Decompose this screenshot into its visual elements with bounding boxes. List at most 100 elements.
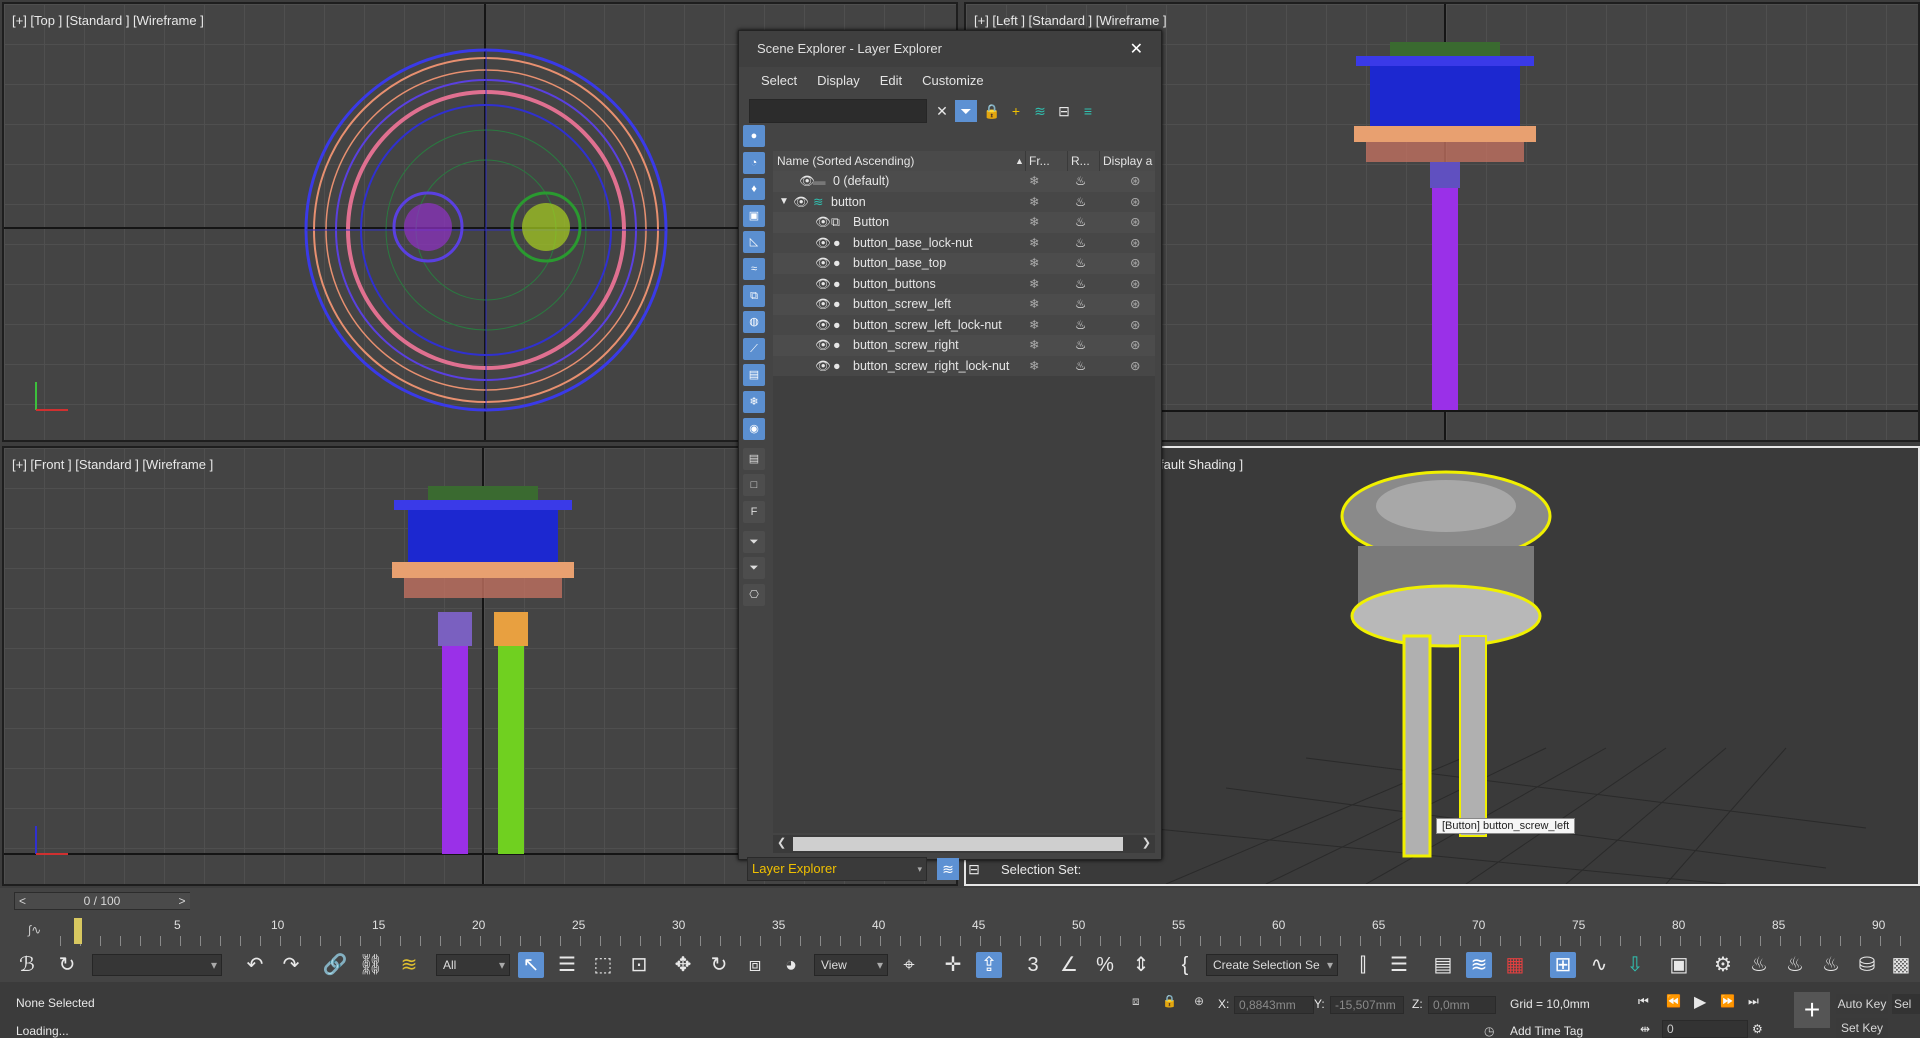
eye-icon[interactable]: 👁 <box>815 356 831 377</box>
select-object-icon[interactable]: ↖ <box>518 952 544 978</box>
absolute-mode-icon[interactable]: ⊕ <box>1194 994 1204 1008</box>
selection-lock-icon[interactable]: 🔒 <box>1162 994 1177 1008</box>
display-icon[interactable]: ⊛ <box>1130 233 1140 254</box>
freeze-icon[interactable]: ❄ <box>1029 294 1039 315</box>
display-helpers-icon[interactable]: ◺ <box>743 231 765 254</box>
render-setup-icon[interactable]: ▣ <box>1666 952 1692 978</box>
render-teapot-icon[interactable]: ♨ <box>1075 212 1086 233</box>
display-icon[interactable]: ⊛ <box>1130 315 1140 336</box>
auto-key-button[interactable]: Auto Key <box>1836 994 1888 1014</box>
filter-funnel-icon[interactable]: ⏷ <box>743 530 765 553</box>
freeze-icon[interactable]: ❄ <box>1029 253 1039 274</box>
freeze-icon[interactable]: ❄ <box>1029 233 1039 254</box>
scrollbar-thumb[interactable] <box>793 837 1123 851</box>
render-teapot-icon[interactable]: ♨ <box>1075 335 1086 356</box>
eye-icon[interactable]: 👁 <box>815 253 831 274</box>
render-activeshade-icon[interactable]: ♨ <box>1818 952 1844 978</box>
freeze-icon[interactable]: ❄ <box>1029 274 1039 295</box>
freeze-icon[interactable]: ❄ <box>1029 171 1039 192</box>
go-to-start-icon[interactable]: ⏮ <box>1638 994 1649 1009</box>
isolate-selection-icon[interactable]: ⧈ <box>1132 994 1140 1009</box>
keyboard-shortcut-override-icon[interactable]: ⇪ <box>976 952 1002 978</box>
time-prev-button[interactable]: < <box>19 893 26 909</box>
column-name[interactable]: Name (Sorted Ascending) <box>777 151 914 171</box>
selection-icon[interactable]: ⎔ <box>743 583 765 606</box>
render-online-icon[interactable]: ▩ <box>1888 952 1914 978</box>
display-shapes-icon[interactable]: ◔ <box>743 151 765 174</box>
render-iterative-icon[interactable]: ♨ <box>1782 952 1808 978</box>
scene-explorer-panel[interactable]: Scene Explorer - Layer Explorer ✕ Select… <box>738 30 1162 881</box>
bind-icon[interactable]: ≋ <box>396 952 422 978</box>
mirror-icon[interactable]: ⫿ <box>1350 952 1376 978</box>
freeze-icon[interactable]: ❄ <box>1029 212 1039 233</box>
eye-icon[interactable]: 👁 <box>793 192 809 213</box>
render-cloud-icon[interactable]: ⛁ <box>1854 952 1880 978</box>
undo-icon[interactable]: ↶ <box>242 952 268 978</box>
eye-icon[interactable]: 👁 <box>815 212 831 233</box>
filter-icon[interactable]: ⏷ <box>955 100 977 122</box>
eye-icon[interactable]: 👁 <box>815 335 831 356</box>
table-row[interactable]: 👁 ● button_screw_right_lock-nut ❄ ♨ ⊛ <box>773 355 1155 377</box>
add-time-tag[interactable]: Add Time Tag <box>1510 1024 1583 1038</box>
add-layer-icon[interactable]: + <box>1005 100 1027 122</box>
table-row[interactable]: 👁 ▬ 0 (default) ❄ ♨ ⊛ <box>773 171 1155 192</box>
render-teapot-icon[interactable]: ♨ <box>1075 171 1086 192</box>
render-teapot-icon[interactable]: ♨ <box>1075 315 1086 336</box>
sort-asc-icon[interactable]: ▲ <box>1015 151 1024 171</box>
display-icon[interactable]: ⊛ <box>1130 356 1140 377</box>
z-coordinate-field[interactable]: 0,0mm <box>1428 996 1496 1014</box>
table-row[interactable]: 👁 ⧉ Button ❄ ♨ ⊛ <box>773 212 1155 233</box>
go-to-end-icon[interactable]: ⏭ <box>1748 994 1759 1009</box>
display-hidden-icon[interactable]: ◉ <box>743 417 765 440</box>
eye-icon[interactable]: 👁 <box>815 315 831 336</box>
display-spacewarps-icon[interactable]: ≈ <box>743 257 765 280</box>
freeze-icon[interactable]: ❄ <box>1029 192 1039 213</box>
current-frame-field[interactable]: 0 <box>1662 1020 1748 1038</box>
display-icon[interactable]: ⊛ <box>1130 192 1140 213</box>
play-icon[interactable]: ▶ <box>1694 992 1706 1012</box>
y-coordinate-field[interactable]: -15,507mm <box>1330 996 1404 1014</box>
filter-icon[interactable]: ⏷ <box>743 557 765 580</box>
create-icon[interactable]: + <box>1794 992 1830 1028</box>
align-icon[interactable]: ☰ <box>1386 952 1412 978</box>
time-tag-icon[interactable]: ◷ <box>1484 1024 1494 1038</box>
display-xrefs-icon[interactable]: ◍ <box>743 311 765 334</box>
time-next-button[interactable]: > <box>174 893 190 909</box>
reference-coord-dropdown[interactable]: View ▾ <box>814 954 888 976</box>
display-invert-icon[interactable]: F <box>743 500 765 523</box>
display-icon[interactable]: ⊛ <box>1130 212 1140 233</box>
viewport-label[interactable]: [+] [Top ] [Standard ] [Wireframe ] <box>12 13 204 28</box>
move-icon[interactable]: ✥ <box>670 952 696 978</box>
next-frame-icon[interactable]: ⏩ <box>1720 994 1735 1008</box>
eye-icon[interactable]: 👁 <box>815 274 831 295</box>
display-icon[interactable]: ⊛ <box>1130 274 1140 295</box>
freeze-icon[interactable]: ❄ <box>1029 335 1039 356</box>
hierarchy-icon[interactable]: ⊟ <box>963 858 985 880</box>
viewport-label[interactable]: fault Shading ] <box>1160 457 1243 472</box>
display-icon[interactable]: ⊛ <box>1130 171 1140 192</box>
scene-explorer-title[interactable]: Scene Explorer - Layer Explorer <box>739 31 1161 67</box>
column-frozen[interactable]: Fr... <box>1029 151 1050 171</box>
column-display[interactable]: Display a <box>1103 151 1152 171</box>
render-teapot-icon[interactable]: ♨ <box>1075 356 1086 377</box>
display-groups-icon[interactable]: ⧉ <box>743 284 765 307</box>
percent-snap-icon[interactable]: % <box>1092 952 1118 978</box>
menu-display[interactable]: Display <box>817 73 860 88</box>
select-manipulate-icon[interactable]: ✛ <box>940 952 966 978</box>
lock-icon[interactable]: 🔒 <box>981 100 1003 122</box>
display-none-icon[interactable]: □ <box>743 474 765 497</box>
render-production-icon[interactable]: ♨ <box>1746 952 1772 978</box>
filter-all-dropdown[interactable]: All ▾ <box>436 954 510 976</box>
layers-icon[interactable]: ≋ <box>937 858 959 880</box>
redo-icon[interactable]: ↷ <box>278 952 304 978</box>
schematic-view-icon[interactable]: ⊞ <box>1550 952 1576 978</box>
edit-named-selection-icon[interactable]: { <box>1172 952 1198 978</box>
window-crossing-icon[interactable]: ⊡ <box>626 952 652 978</box>
display-lights-icon[interactable]: ♦ <box>743 178 765 201</box>
set-key-button[interactable]: Set Key <box>1836 1018 1888 1038</box>
table-row[interactable]: 👁 ● button_base_top ❄ ♨ ⊛ <box>773 253 1155 274</box>
placement-icon[interactable]: ◕ <box>778 952 804 978</box>
rotate-icon[interactable]: ↻ <box>706 952 732 978</box>
menu-customize[interactable]: Customize <box>922 73 983 88</box>
explorer-type-select[interactable]: Layer Explorer ▾ <box>747 857 927 881</box>
